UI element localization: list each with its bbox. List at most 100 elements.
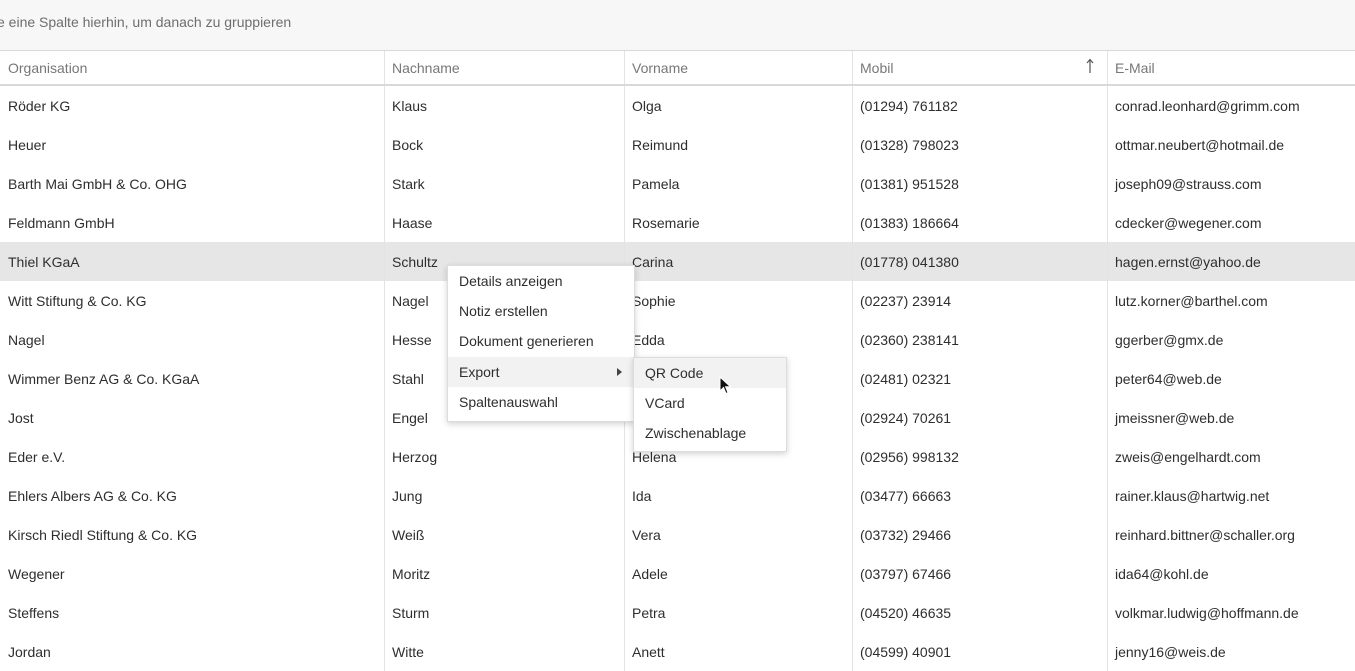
cell-organisation: Kirsch Riedl Stiftung & Co. KG <box>0 515 385 554</box>
menu-item-spaltenauswahl[interactable]: Spaltenauswahl <box>448 387 634 417</box>
table-row[interactable]: Feldmann GmbH Haase Rosemarie (01383) 18666… <box>0 203 1355 242</box>
table-row[interactable]: Kirsch Riedl Stiftung & Co. KG Weiß Vera (0… <box>0 515 1355 554</box>
cell-nachname: Sturm <box>385 593 625 632</box>
submenu-item-vcard[interactable]: VCard <box>634 388 786 418</box>
table-row[interactable]: Nagel Hesse Edda (02360) 238141 ggerber@gmx.… <box>0 320 1355 359</box>
cell-email: ottmar.neubert@hotmail.de <box>1115 136 1285 153</box>
cell-vorname: Vera <box>625 515 853 554</box>
menu-item-dokument[interactable]: Dokument generieren <box>448 326 634 356</box>
group-by-drop-zone[interactable]: e eine Spalte hierhin, um danach zu grup… <box>0 0 1355 51</box>
cell-vorname: Olga <box>625 86 853 125</box>
cell-mobil: (01328) 798023 <box>853 125 1108 164</box>
cell-vorname: Petra <box>625 593 853 632</box>
cell-organisation: Eder e.V. <box>0 437 385 476</box>
cell-nachname: Herzog <box>385 437 625 476</box>
cell-nachname: Witte <box>385 632 625 671</box>
cell-mobil: (04520) 46635 <box>853 593 1108 632</box>
cell-organisation: Jost <box>0 398 385 437</box>
table-row[interactable]: Wegener Moritz Adele (03797) 67466 ida64@koh… <box>0 554 1355 593</box>
cell-mobil: (02360) 238141 <box>853 320 1108 359</box>
cell-nachname: Jung <box>385 476 625 515</box>
cell-mobil: (03797) 67466 <box>853 554 1108 593</box>
cell-nachname: Bock <box>385 125 625 164</box>
cell-organisation: Barth Mai GmbH & Co. OHG <box>0 164 385 203</box>
cell-organisation: Steffens <box>0 593 385 632</box>
cell-nachname: Klaus <box>385 86 625 125</box>
cell-email: conrad.leonhard@grimm.com <box>1115 97 1300 114</box>
cell-email: jenny16@weis.de <box>1115 643 1226 660</box>
cell-organisation: Wimmer Benz AG & Co. KGaA <box>0 359 385 398</box>
table-row[interactable]: Ehlers Albers AG & Co. KG Jung Ida (03477) … <box>0 476 1355 515</box>
cell-organisation: Jordan <box>0 632 385 671</box>
column-header-email[interactable]: E-Mail <box>1108 51 1355 84</box>
cell-nachname: Moritz <box>385 554 625 593</box>
cell-vorname: Edda <box>625 320 853 359</box>
cell-email: cdecker@wegener.com <box>1115 214 1262 231</box>
menu-item-export-label: Export <box>459 364 500 380</box>
export-submenu: QR Code VCard Zwischenablage <box>633 357 787 452</box>
cell-email: ggerber@gmx.de <box>1115 331 1224 348</box>
table-row[interactable]: Steffens Sturm Petra (04520) 46635 volkmar.l… <box>0 593 1355 632</box>
column-header-mobil-label: Mobil <box>860 59 894 76</box>
cell-vorname: Rosemarie <box>625 203 853 242</box>
cell-mobil: (03477) 66663 <box>853 476 1108 515</box>
cell-organisation: Wegener <box>0 554 385 593</box>
cell-email: joseph09@strauss.com <box>1115 175 1262 192</box>
cell-organisation: Thiel KGaA <box>0 242 385 281</box>
column-header-vorname[interactable]: Vorname <box>625 51 853 84</box>
cell-mobil: (02956) 998132 <box>853 437 1108 476</box>
table-row[interactable]: Jordan Witte Anett (04599) 40901 jenny16@wei… <box>0 632 1355 671</box>
menu-item-notiz[interactable]: Notiz erstellen <box>448 296 634 326</box>
grid-header: Organisation Nachname Vorname Mobil E-Ma… <box>0 51 1355 86</box>
submenu-item-qr-code[interactable]: QR Code <box>634 358 786 388</box>
cell-organisation: Heuer <box>0 125 385 164</box>
cell-email: rainer.klaus@hartwig.net <box>1115 487 1270 504</box>
menu-item-details[interactable]: Details anzeigen <box>448 266 634 296</box>
menu-item-export[interactable]: Export <box>448 357 634 387</box>
cell-mobil: (04599) 40901 <box>853 632 1108 671</box>
table-row[interactable]: Thiel KGaA Schultz Carina (01778) 041380 hag… <box>0 242 1355 281</box>
cell-email: zweis@engelhardt.com <box>1115 448 1261 465</box>
cell-vorname: Reimund <box>625 125 853 164</box>
cell-organisation: Feldmann GmbH <box>0 203 385 242</box>
cell-vorname: Adele <box>625 554 853 593</box>
cell-email: ida64@kohl.de <box>1115 565 1209 582</box>
cell-organisation: Witt Stiftung & Co. KG <box>0 281 385 320</box>
table-row[interactable]: Witt Stiftung & Co. KG Nagel Sophie (02237)… <box>0 281 1355 320</box>
cell-vorname: Pamela <box>625 164 853 203</box>
cell-vorname: Carina <box>625 242 853 281</box>
cell-email: volkmar.ludwig@hoffmann.de <box>1115 604 1299 621</box>
cell-mobil: (01381) 951528 <box>853 164 1108 203</box>
cell-organisation: Röder KG <box>0 86 385 125</box>
cell-email: jmeissner@web.de <box>1115 409 1235 426</box>
cell-vorname: Anett <box>625 632 853 671</box>
cell-email: reinhard.bittner@schaller.org <box>1115 526 1295 543</box>
cell-nachname: Haase <box>385 203 625 242</box>
context-menu: Details anzeigen Notiz erstellen Dokumen… <box>447 265 635 422</box>
cell-email: lutz.korner@barthel.com <box>1115 292 1268 309</box>
cell-mobil: (02924) 70261 <box>853 398 1108 437</box>
cell-email: hagen.ernst@yahoo.de <box>1115 253 1261 270</box>
cell-vorname: Ida <box>625 476 853 515</box>
cell-nachname: Weiß <box>385 515 625 554</box>
cell-mobil: (01778) 041380 <box>853 242 1108 281</box>
cell-organisation: Nagel <box>0 320 385 359</box>
chevron-right-icon <box>617 368 622 376</box>
cell-mobil: (02237) 23914 <box>853 281 1108 320</box>
cell-mobil: (01383) 186664 <box>853 203 1108 242</box>
arrow-up-icon[interactable] <box>1086 58 1094 74</box>
table-row[interactable]: Barth Mai GmbH & Co. OHG Stark Pamela (0138… <box>0 164 1355 203</box>
cell-mobil: (01294) 761182 <box>853 86 1108 125</box>
cell-vorname: Sophie <box>625 281 853 320</box>
submenu-item-zwischenablage[interactable]: Zwischenablage <box>634 418 786 448</box>
column-header-organisation[interactable]: Organisation <box>0 51 385 84</box>
cell-email: peter64@web.de <box>1115 370 1222 387</box>
table-row[interactable]: Röder KG Klaus Olga (01294) 761182 conrad.le… <box>0 86 1355 125</box>
table-row[interactable]: Heuer Bock Reimund (01328) 798023 ottmar.neu… <box>0 125 1355 164</box>
column-header-nachname[interactable]: Nachname <box>385 51 625 84</box>
mouse-pointer-icon <box>719 376 732 395</box>
cell-mobil: (02481) 02321 <box>853 359 1108 398</box>
column-header-mobil[interactable]: Mobil <box>853 51 1108 84</box>
cell-nachname: Stark <box>385 164 625 203</box>
cell-organisation: Ehlers Albers AG & Co. KG <box>0 476 385 515</box>
